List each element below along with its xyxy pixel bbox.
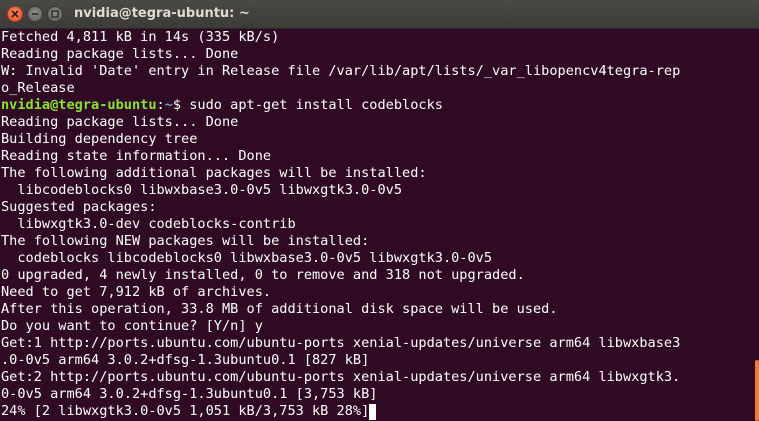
output-line: Reading package lists... Done (1, 46, 239, 62)
output-line: Get:2 http://ports.ubuntu.com/ubuntu-por… (1, 369, 681, 385)
output-line: W: Invalid 'Date' entry in Release file … (1, 63, 681, 79)
terminal-output[interactable]: Fetched 4,811 kB in 14s (335 kB/s) Readi… (0, 29, 755, 421)
progress-line: 24% [2 libwxgtk3.0-0v5 1,051 kB/3,753 kB… (1, 403, 377, 420)
scrollbar-thumb[interactable] (755, 360, 759, 421)
output-line: Fetched 4,811 kB in 14s (335 kB/s) (1, 29, 280, 45)
title-bar[interactable]: nvidia@tegra-ubuntu: ~ (0, 0, 759, 29)
output-line: Reading state information... Done (1, 148, 272, 164)
minimize-icon (32, 13, 38, 15)
window-title: nvidia@tegra-ubuntu: ~ (74, 6, 250, 21)
progress-status: 24% [2 libwxgtk3.0-0v5 1,051 kB/3,753 kB… (1, 403, 370, 419)
prompt-line: nvidia@tegra-ubuntu:~$ sudo apt-get inst… (1, 97, 443, 114)
output-line: codeblocks libcodeblocks0 libwxbase3.0-0… (1, 250, 493, 266)
output-line: The following NEW packages will be insta… (1, 233, 370, 249)
prompt-user-host: nvidia@tegra-ubuntu (1, 97, 157, 113)
output-line: libcodeblocks0 libwxbase3.0-0v5 libwxgtk… (1, 182, 403, 198)
output-line: After this operation, 33.8 MB of additio… (1, 301, 558, 317)
output-line: 0-0v5 arm64 3.0.2+dfsg-1.3ubuntu0.1 [3,7… (1, 386, 378, 402)
output-line: .0-0v5 arm64 3.0.2+dfsg-1.3ubuntu0.1 [82… (1, 352, 370, 368)
terminal-window: nvidia@tegra-ubuntu: ~ Fetched 4,811 kB … (0, 0, 759, 421)
output-line: o_Release (1, 80, 75, 96)
maximize-icon (51, 10, 59, 18)
minimize-button[interactable] (27, 6, 43, 22)
prompt-command: sudo apt-get install codeblocks (189, 97, 443, 113)
output-line: Building dependency tree (1, 131, 198, 147)
output-line: The following additional packages will b… (1, 165, 427, 181)
close-button[interactable] (7, 6, 23, 22)
output-line: Reading package lists... Done (1, 114, 239, 130)
prompt-path: ~ (164, 97, 173, 113)
output-line: libwxgtk3.0-dev codeblocks-contrib (1, 216, 296, 232)
output-line: Do you want to continue? [Y/n] y (1, 318, 263, 334)
text-cursor (369, 404, 377, 420)
close-icon (11, 10, 19, 18)
output-line: Get:1 http://ports.ubuntu.com/ubuntu-por… (1, 335, 681, 351)
output-line: Need to get 7,912 kB of archives. (1, 284, 272, 300)
prompt-separator: : (156, 97, 165, 113)
maximize-button[interactable] (47, 6, 63, 22)
output-line: Suggested packages: (1, 199, 157, 215)
prompt-symbol: $ (172, 97, 190, 113)
scrollbar[interactable] (755, 29, 759, 421)
output-line: 0 upgraded, 4 newly installed, 0 to remo… (1, 267, 525, 283)
